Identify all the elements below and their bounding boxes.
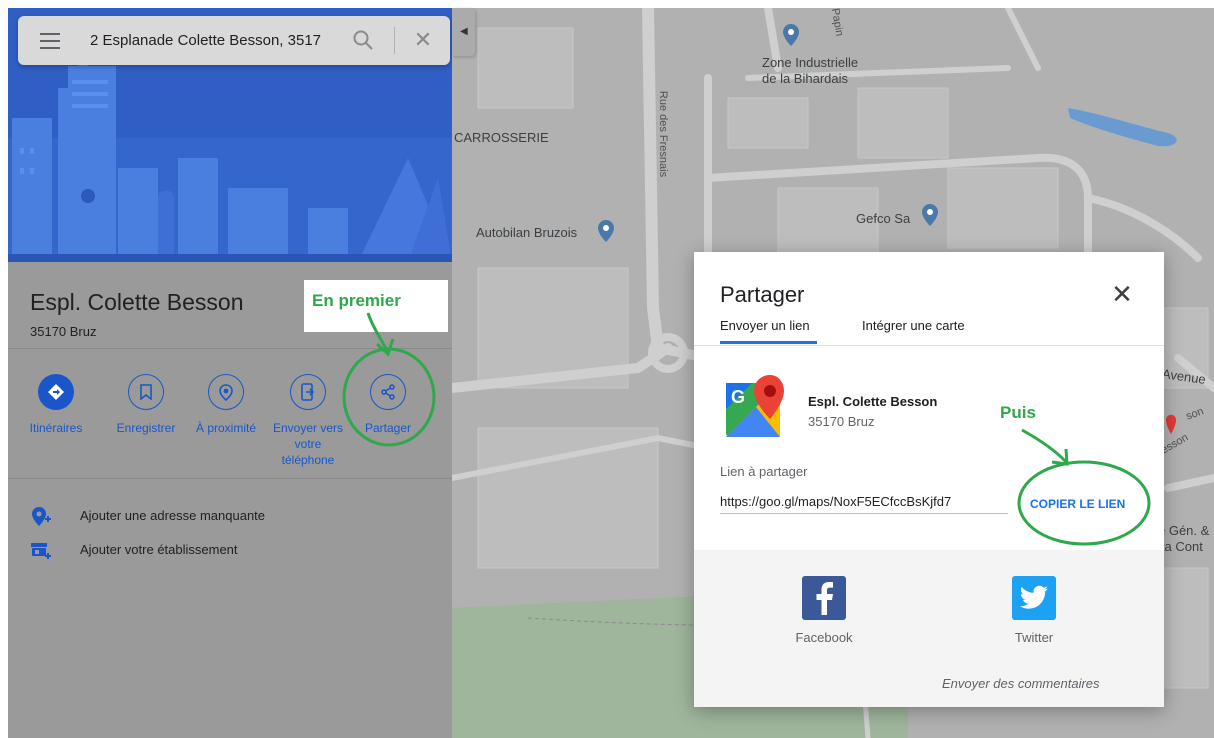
share-dialog: Partager ✕ Envoyer un lien Intégrer une …	[694, 252, 1164, 707]
send-to-phone-icon	[290, 374, 326, 410]
google-maps-logo-icon: G	[726, 375, 784, 437]
map-label-autobilan: Autobilan Bruzois	[476, 225, 578, 240]
close-icon[interactable]: ✕	[412, 29, 434, 51]
nearby-button[interactable]: À proximité	[181, 374, 271, 436]
svg-text:G: G	[731, 387, 745, 407]
directions-icon	[38, 374, 74, 410]
send-feedback-link[interactable]: Envoyer des commentaires	[942, 676, 1100, 691]
poi-pin-icon[interactable]	[783, 24, 799, 46]
place-title: Espl. Colette Besson	[30, 289, 244, 315]
search-icon[interactable]	[352, 29, 374, 51]
hero-image: 2 Esplanade Colette Besson, 3517 ✕	[8, 8, 452, 262]
map-label-zone-2: de la Bihardais	[762, 71, 848, 86]
search-box[interactable]: 2 Esplanade Colette Besson, 3517 ✕	[18, 16, 450, 65]
place-subtitle: 35170 Bruz	[30, 324, 97, 339]
add-business-label: Ajouter votre établissement	[80, 542, 238, 557]
poi-pin-icon[interactable]	[922, 204, 938, 226]
directions-button[interactable]: Itinéraires	[11, 374, 101, 436]
add-business-icon	[31, 543, 51, 559]
road-label-fresnais: Rue des Fresnais	[657, 90, 670, 178]
bookmark-icon	[128, 374, 164, 410]
map-label-carrosserie: CARROSSERIE	[454, 130, 549, 145]
twitter-share-button[interactable]: Twitter	[984, 576, 1084, 645]
facebook-share-button[interactable]: Facebook	[774, 576, 874, 645]
menu-icon[interactable]	[40, 33, 60, 49]
divider	[8, 348, 452, 349]
annotation-first-text: En premier	[312, 291, 401, 310]
poi-pin-icon[interactable]	[598, 220, 614, 242]
link-label: Lien à partager	[720, 464, 808, 479]
add-location-icon	[32, 507, 51, 526]
facebook-icon	[802, 576, 846, 620]
copy-link-button[interactable]: COPIER LE LIEN	[1030, 497, 1125, 511]
send-to-phone-label: Envoyer vers votre téléphone	[272, 421, 344, 467]
save-label: Enregistrer	[116, 421, 176, 435]
map-label-zone: Zone Industrielle	[762, 55, 859, 70]
tab-send-link[interactable]: Envoyer un lien	[720, 318, 810, 333]
map-label-cont: ita Cont	[1158, 539, 1203, 554]
twitter-label: Twitter	[1014, 630, 1054, 645]
divider	[8, 478, 452, 479]
facebook-label: Facebook	[795, 630, 853, 645]
nearby-label: À proximité	[195, 421, 257, 435]
send-to-phone-button[interactable]: Envoyer vers votre téléphone	[263, 374, 353, 468]
share-place-name: Espl. Colette Besson	[808, 394, 938, 409]
share-place-subtitle: 35170 Bruz	[808, 414, 875, 429]
tab-indicator	[720, 341, 817, 344]
add-missing-address-label: Ajouter une adresse manquante	[80, 508, 266, 523]
social-share-section: Facebook Twitter Envoyer des commentaire…	[694, 550, 1164, 707]
collapse-panel-button[interactable]: ◀	[452, 8, 475, 56]
tab-divider	[694, 345, 1164, 346]
nearby-icon	[208, 374, 244, 410]
share-label: Partager	[364, 421, 412, 435]
share-link-field[interactable]	[720, 490, 1008, 514]
place-panel: 2 Esplanade Colette Besson, 3517 ✕ Espl.…	[8, 8, 452, 738]
map-label-gen: e Gén. &	[1158, 523, 1210, 538]
twitter-icon	[1012, 576, 1056, 620]
share-icon	[370, 374, 406, 410]
tab-embed-map[interactable]: Intégrer une carte	[862, 318, 965, 333]
search-input[interactable]: 2 Esplanade Colette Besson, 3517	[90, 32, 348, 49]
annotation-then: Puis	[1000, 403, 1036, 422]
share-button[interactable]: Partager	[343, 374, 433, 436]
directions-label: Itinéraires	[29, 421, 83, 435]
annotation-first: En premier	[304, 280, 448, 332]
save-button[interactable]: Enregistrer	[101, 374, 191, 436]
map-label-gefco: Gefco Sa	[856, 211, 911, 226]
dialog-title: Partager	[720, 282, 805, 307]
search-divider	[394, 27, 395, 54]
close-icon[interactable]: ✕	[1110, 281, 1134, 307]
collapse-arrow-icon: ◀	[460, 26, 468, 37]
